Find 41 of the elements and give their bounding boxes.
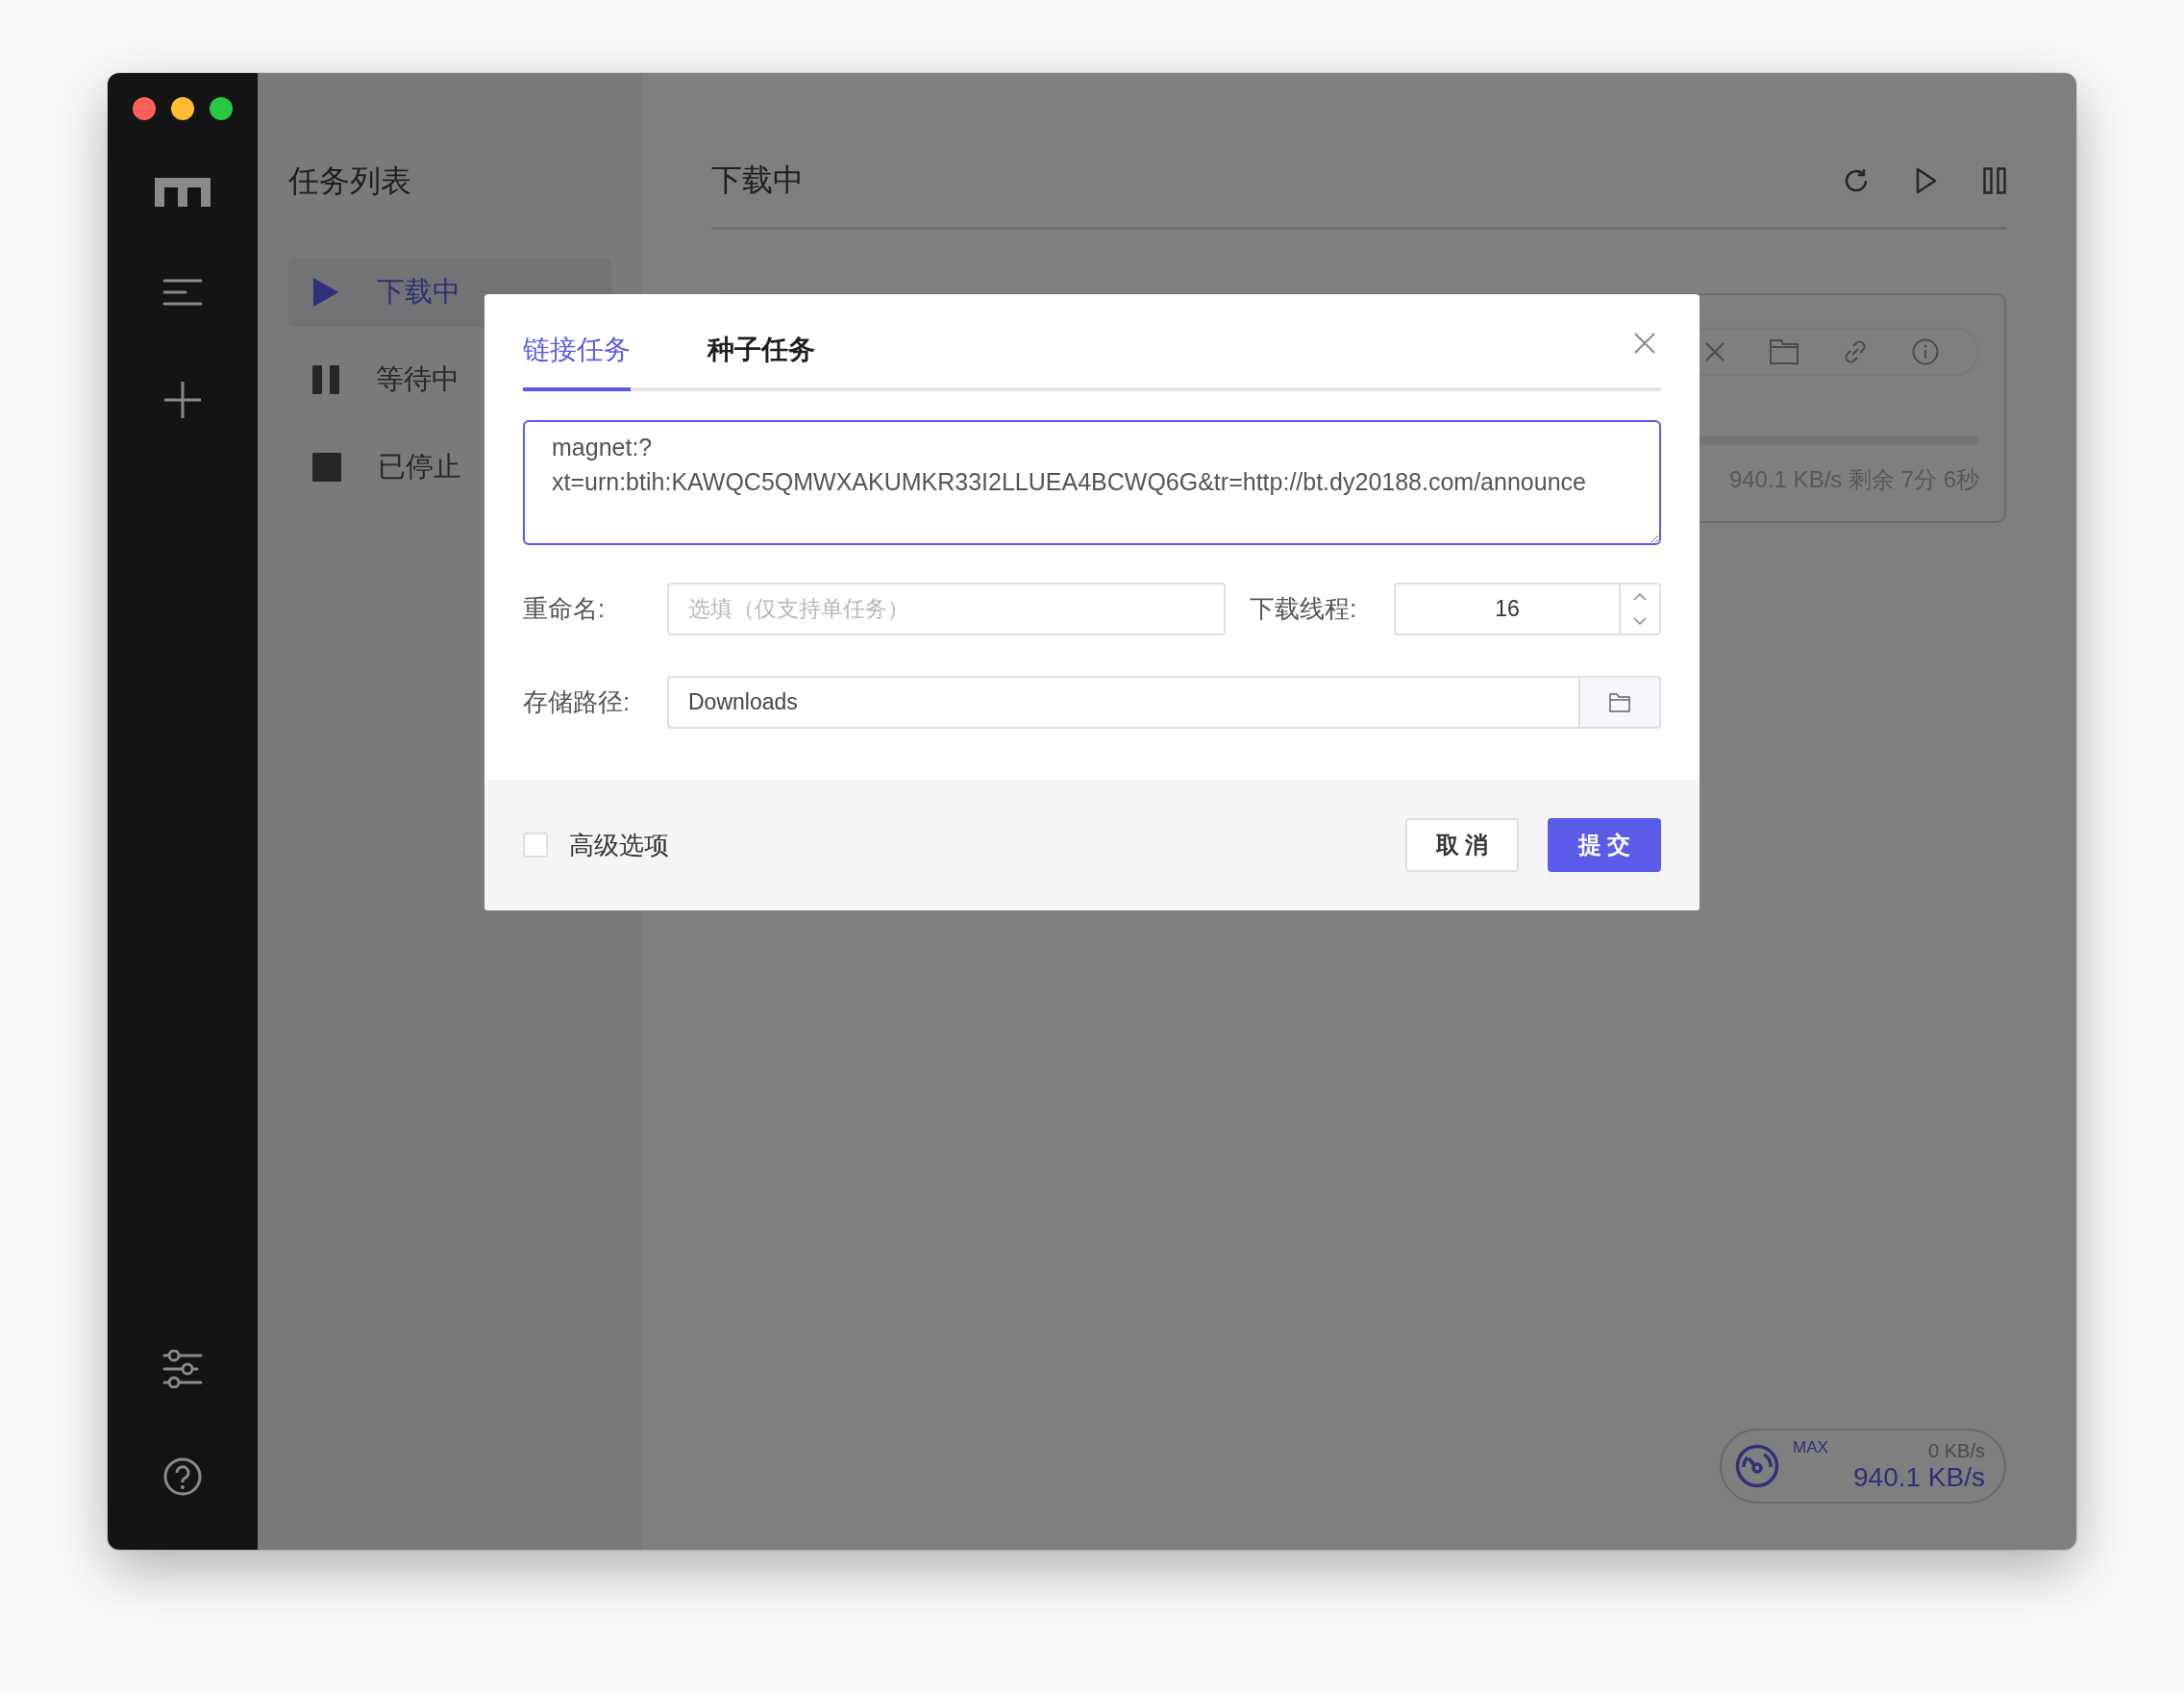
cancel-button[interactable]: 取 消 (1405, 818, 1519, 872)
folder-icon (1609, 692, 1630, 712)
dialog-tab[interactable]: 种子任务 (707, 332, 815, 391)
pause-icon (312, 365, 339, 394)
folder-icon[interactable] (1770, 339, 1799, 364)
close-icon[interactable] (1633, 332, 1656, 355)
minimize-window-button[interactable] (171, 97, 194, 120)
settings-icon[interactable] (162, 1350, 203, 1388)
path-field[interactable]: Downloads (667, 676, 1578, 729)
logo-icon (155, 178, 211, 207)
stop-icon (312, 453, 341, 482)
advanced-checkbox[interactable] (523, 833, 548, 858)
play-icon (313, 278, 338, 307)
pause-icon[interactable] (1983, 167, 2006, 194)
speedometer-icon (1735, 1444, 1779, 1488)
threads-field[interactable]: 16 (1394, 583, 1661, 635)
browse-folder-button[interactable] (1578, 676, 1661, 729)
field-label: 下载线程: (1250, 593, 1358, 625)
field-label: 存储路径: (523, 686, 632, 718)
panel-title: 任务列表 (288, 162, 412, 200)
play-icon[interactable] (1916, 167, 1937, 194)
download-speed: 940.1 KB/s (1853, 1461, 1985, 1493)
help-icon[interactable] (163, 1457, 202, 1496)
menu-icon[interactable] (162, 279, 203, 306)
link-field[interactable]: magnet:? xt=urn:btih:KAWQC5QMWXAKUMKR33I2LLUEA4BCWQ6G&tr=http://bt.dy20188.com/announce (523, 420, 1661, 545)
info-icon[interactable] (1912, 338, 1939, 365)
rename-field[interactable]: 选填（仅支持单任务） (667, 583, 1226, 635)
link-icon[interactable] (1843, 339, 1868, 364)
page-title: 下载中 (711, 162, 804, 199)
field-label: 重命名: (523, 593, 607, 625)
add-icon[interactable] (164, 382, 201, 418)
refresh-icon[interactable] (1843, 167, 1870, 194)
close-icon[interactable] (1704, 341, 1725, 362)
dialog-tab[interactable]: 链接任务 (523, 332, 631, 391)
zoom-window-button[interactable] (210, 97, 233, 120)
max-label: MAX (1793, 1438, 1828, 1457)
increase-icon[interactable] (1633, 592, 1647, 601)
checkbox-label: 高级选项 (569, 829, 669, 861)
submit-button[interactable]: 提 交 (1548, 818, 1661, 872)
decrease-icon[interactable] (1633, 617, 1647, 626)
close-window-button[interactable] (133, 97, 156, 120)
